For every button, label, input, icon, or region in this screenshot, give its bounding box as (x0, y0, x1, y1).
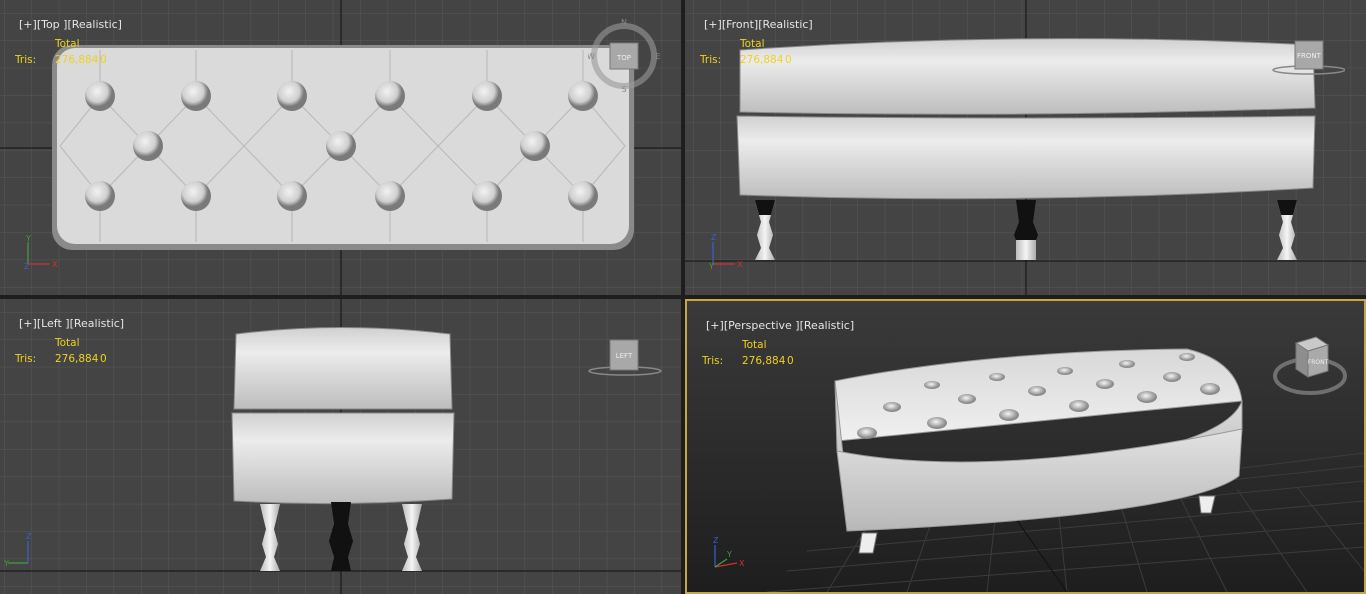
viewcube-face-label: TOP (616, 54, 631, 62)
viewport-view-label[interactable]: [Top ] (37, 18, 68, 31)
axis-x-label: X (737, 260, 743, 269)
viewcube-face-label: LEFT (616, 352, 633, 360)
viewcube-face-label: FRONT (1308, 359, 1329, 366)
legs (755, 200, 1297, 260)
viewport-view-label[interactable]: [Perspective ] (724, 319, 800, 332)
axis-y-label: Y (4, 559, 9, 568)
viewport-shading-label[interactable]: [Realistic] (67, 18, 122, 31)
statistics-overlay: Total Tris: 276,884 0 (702, 337, 794, 369)
axis-z-label: Z (24, 262, 30, 271)
stats-total-label: Total (740, 38, 765, 50)
viewport-perspective[interactable]: [+][Perspective ][Realistic] Total Tris:… (685, 299, 1366, 594)
legs (260, 502, 422, 571)
stats-tris-value: 276,884 (55, 353, 99, 365)
axis-z-label: Z (26, 532, 32, 541)
axis-y-label: Y (708, 262, 714, 271)
stats-tris-label: Tris: (15, 54, 37, 66)
axis-tripod: Z Y (4, 532, 32, 568)
stats-tris-selected: 0 (787, 355, 794, 367)
stats-total-label: Total (55, 38, 80, 50)
compass-w: W (588, 52, 595, 61)
viewport-view-label[interactable]: [Left ] (37, 317, 70, 330)
statistics-overlay: Total Tris: 276,884 0 (15, 335, 107, 367)
statistics-overlay: Total Tris: 276,884 0 (700, 36, 792, 68)
axis-z-label: Z (713, 536, 719, 545)
stats-tris-selected: 0 (785, 54, 792, 66)
viewport-menu-button[interactable]: [+] (704, 18, 722, 31)
viewcube[interactable]: TOP N S E W (588, 18, 664, 94)
axis-x-label: X (52, 260, 58, 269)
axis-x-label: X (739, 559, 745, 568)
compass-s: S (621, 85, 626, 94)
viewport-menu-button[interactable]: [+] (19, 18, 37, 31)
stats-tris-value: 276,884 (55, 54, 99, 66)
stats-total-label: Total (742, 339, 767, 351)
viewport-shading-label[interactable]: [Realistic] (800, 319, 855, 332)
viewcube[interactable]: FRONT (1272, 331, 1352, 399)
viewport-shading-label[interactable]: [Realistic] (70, 317, 125, 330)
stats-total-label: Total (55, 337, 80, 349)
axis-y-label: Y (726, 550, 732, 559)
axis-tripod: Z X Y (708, 233, 743, 271)
axis-tripod: Y X Z (24, 234, 58, 271)
viewport-shading-label[interactable]: [Realistic] (758, 18, 813, 31)
stats-tris-label: Tris: (702, 355, 724, 367)
stats-tris-value: 276,884 (740, 54, 784, 66)
axis-z-label: Z (711, 233, 717, 242)
viewport-left[interactable]: [+][Left ][Realistic] Total Tris: 276,884… (0, 299, 681, 594)
viewcube[interactable]: LEFT (585, 337, 665, 379)
viewport-top[interactable]: [+][Top ][Realistic] Total Tris: 276,884 0… (0, 0, 681, 295)
statistics-overlay: Total Tris: 276,884 0 (15, 36, 107, 68)
axis-y-label: Y (25, 234, 31, 243)
stats-tris-value: 276,884 (742, 355, 786, 367)
compass-n: N (621, 18, 627, 27)
stats-tris-selected: 0 (100, 353, 107, 365)
viewcube-face-label: FRONT (1297, 52, 1322, 60)
viewport-front[interactable]: [+][Front][Realistic] Total Tris: 276,884… (685, 0, 1366, 295)
stats-tris-label: Tris: (700, 54, 722, 66)
stats-tris-selected: 0 (100, 54, 107, 66)
viewcube[interactable]: FRONT (1265, 38, 1345, 78)
viewport-menu-button[interactable]: [+] (19, 317, 37, 330)
viewport-view-label[interactable]: [Front] (722, 18, 758, 31)
compass-e: E (655, 52, 660, 61)
stats-tris-label: Tris: (15, 353, 37, 365)
viewport-menu-button[interactable]: [+] (706, 319, 724, 332)
axis-tripod: Z X Y (713, 536, 745, 568)
